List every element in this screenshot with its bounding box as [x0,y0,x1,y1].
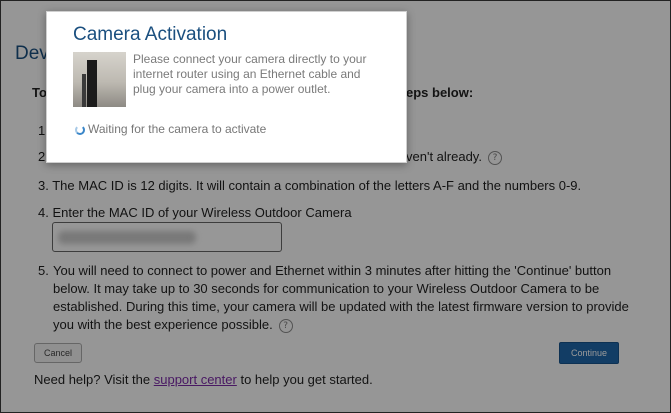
camera-router-image [73,52,126,107]
dialog-title: Camera Activation [73,24,228,45]
loading-spinner-icon [75,125,85,135]
activation-status: Waiting for the camera to activate [75,122,266,136]
camera-activation-dialog: Camera Activation Please connect your ca… [46,11,407,163]
router-shape [87,60,97,107]
dialog-message: Please connect your camera directly to y… [133,52,367,96]
app-window: Devi To eps below: 1 2 ven't already.? 3… [0,0,671,413]
status-text: Waiting for the camera to activate [88,122,267,136]
ethernet-cable-shape [82,74,86,107]
